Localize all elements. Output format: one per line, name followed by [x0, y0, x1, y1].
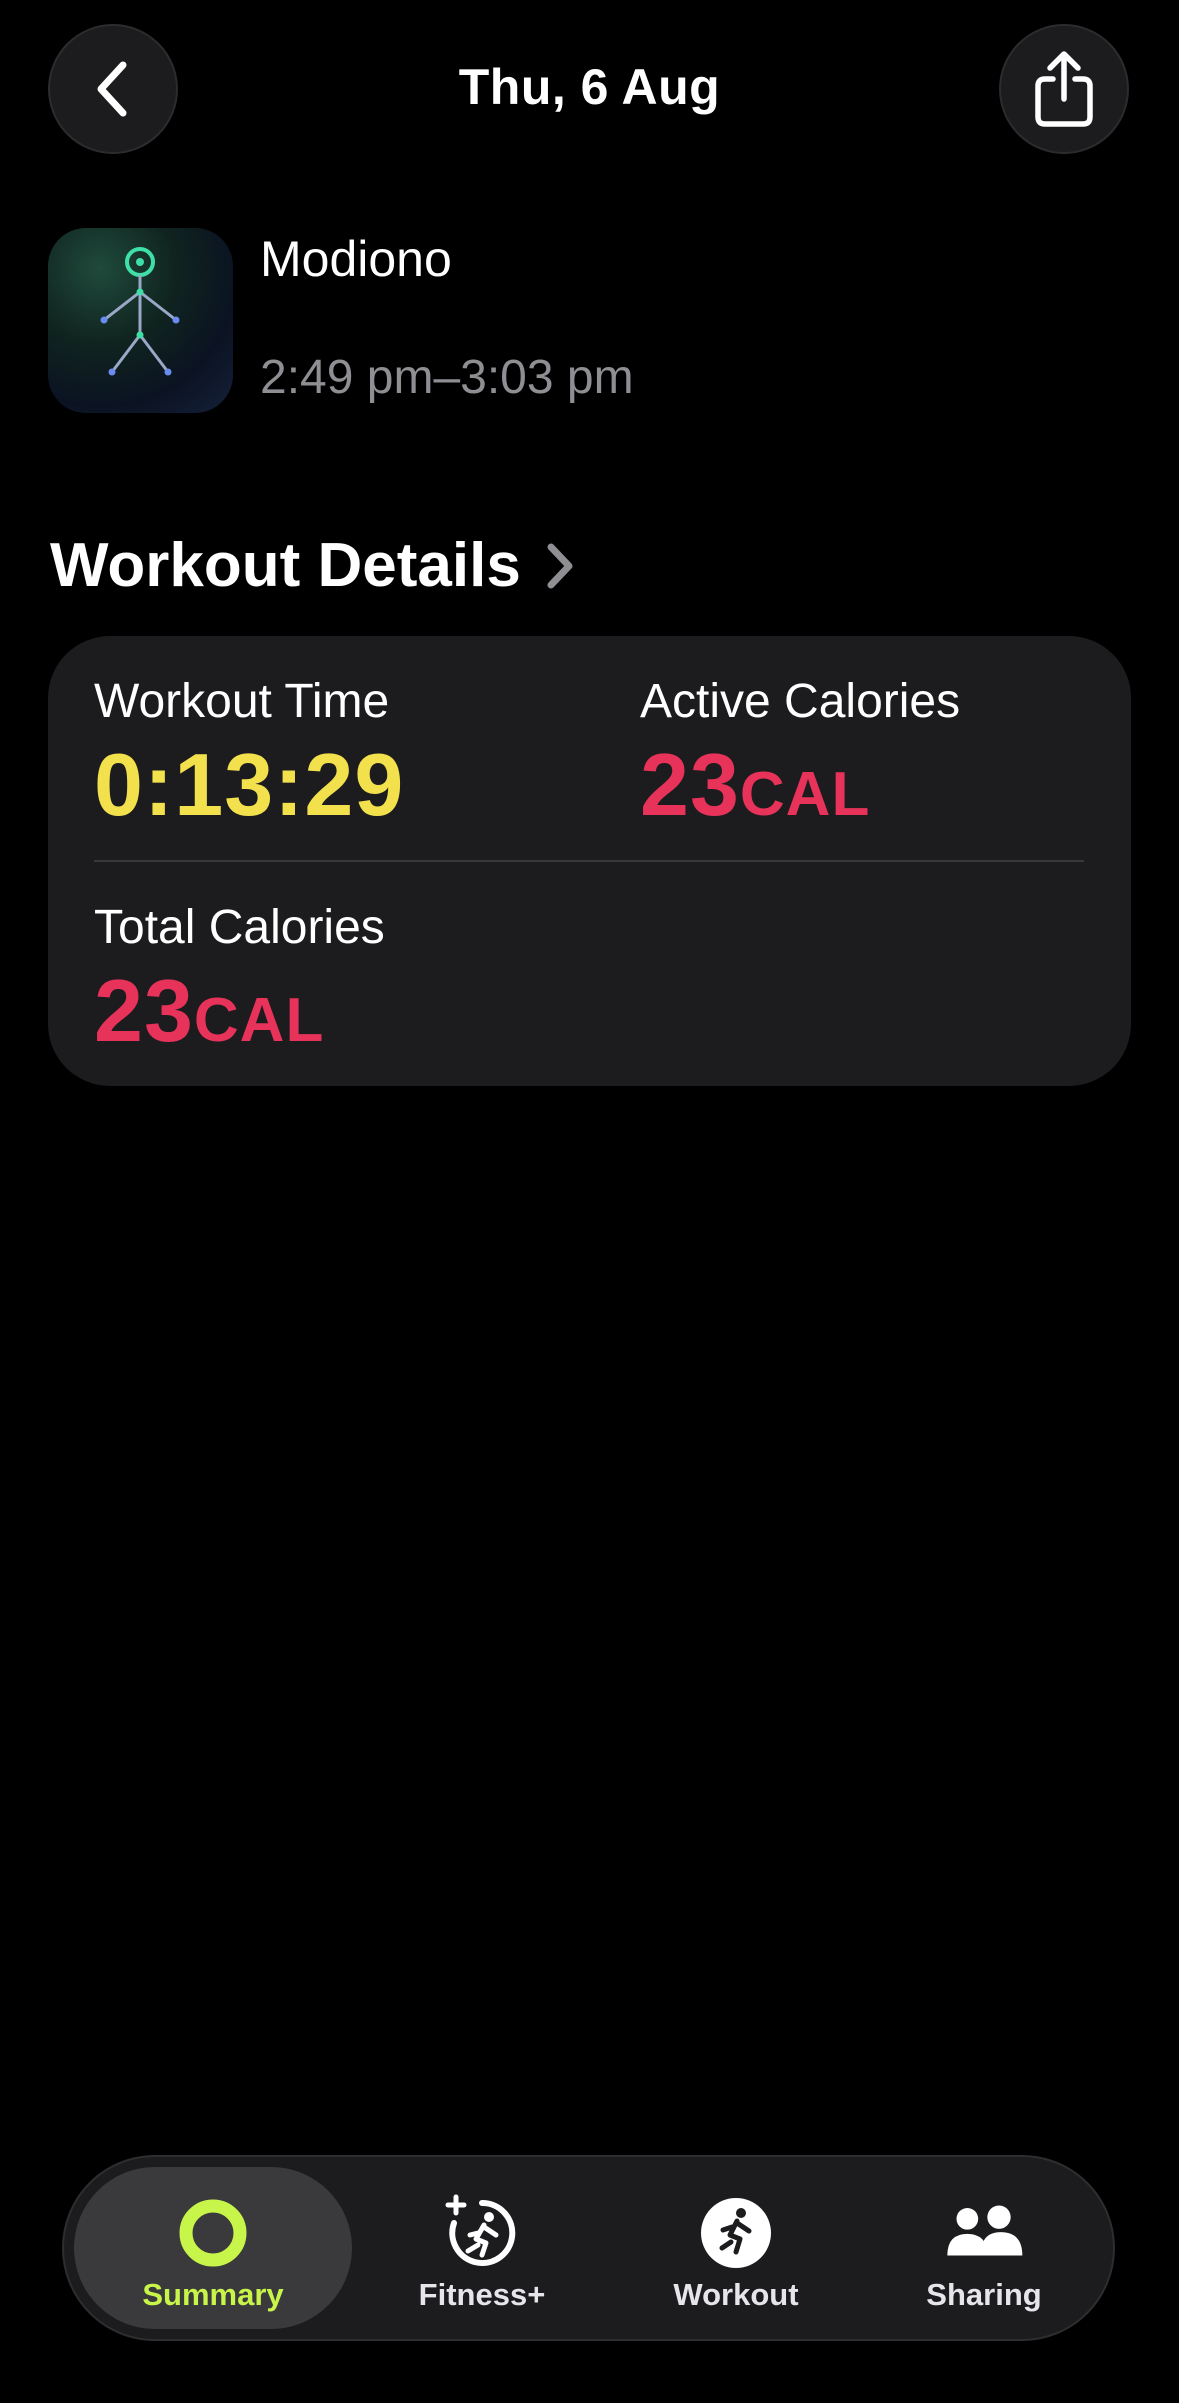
- share-icon: [1035, 51, 1093, 127]
- workout-time-range: 2:49 pm–3:03 pm: [260, 351, 634, 404]
- tab-label-fitness-plus: Fitness+: [418, 2277, 546, 2312]
- tab-summary[interactable]: Summary: [74, 2167, 352, 2329]
- tab-label-summary: Summary: [142, 2277, 284, 2312]
- tab-bar: Summary Fitness+ Workout Sharing: [62, 2155, 1115, 2341]
- fitness-plus-icon: [445, 2194, 516, 2266]
- stick-figure-icon: [100, 247, 180, 376]
- metric-value-workout-time: 0:13:29: [94, 735, 405, 834]
- metric-value-total-calories: 23CAL: [94, 961, 325, 1060]
- running-figure-icon: [701, 2198, 771, 2268]
- card-divider: [94, 860, 1084, 862]
- workout-details-link[interactable]: Workout Details: [50, 530, 577, 601]
- metric-label-total-calories: Total Calories: [94, 901, 385, 954]
- chevron-right-icon: [547, 543, 573, 588]
- tab-sharing[interactable]: Sharing: [884, 2167, 1084, 2329]
- metric-value-active-calories: 23CAL: [640, 735, 871, 834]
- activity-ring-icon: [179, 2199, 247, 2267]
- workout-name: Modiono: [260, 231, 452, 287]
- metric-label-active-calories: Active Calories: [640, 675, 961, 728]
- workout-details-card: Workout Time 0:13:29 Active Calories 23C…: [48, 636, 1131, 1086]
- section-title: Workout Details: [50, 531, 521, 600]
- metric-label-workout-time: Workout Time: [94, 675, 390, 728]
- tab-fitness-plus[interactable]: Fitness+: [382, 2167, 582, 2329]
- tab-workout[interactable]: Workout: [636, 2167, 836, 2329]
- tab-label-workout: Workout: [673, 2277, 799, 2312]
- share-button[interactable]: [999, 24, 1129, 154]
- people-icon: [947, 2205, 1023, 2256]
- workout-app-icon: [48, 228, 233, 413]
- tab-label-sharing: Sharing: [926, 2277, 1042, 2312]
